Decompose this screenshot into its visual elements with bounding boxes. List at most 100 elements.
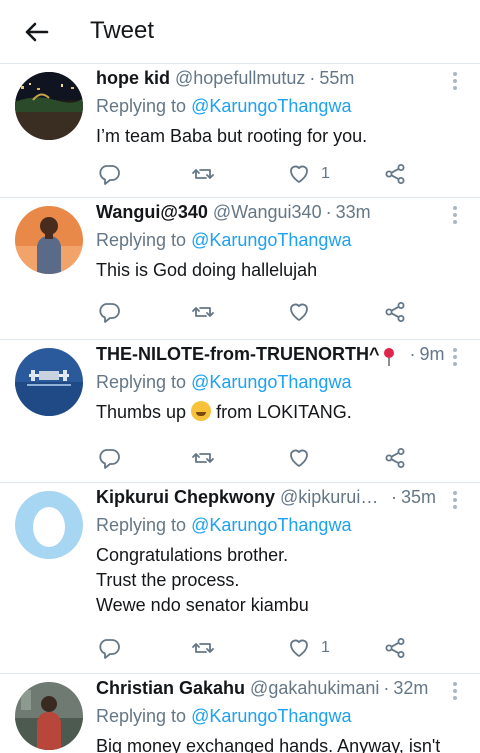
more-options-icon[interactable] [450, 491, 460, 511]
timestamp[interactable]: 35m [401, 487, 436, 508]
share-button[interactable] [383, 298, 407, 326]
timestamp[interactable]: 9m [419, 344, 444, 365]
display-name[interactable]: hope kid [96, 68, 170, 89]
reply-button[interactable] [97, 298, 121, 326]
username[interactable]: @kipkuruiche… [280, 487, 387, 508]
tweet-text: I’m team Baba but rooting for you. [96, 124, 367, 149]
tweet-text-line: This is God doing hallelujah [96, 260, 318, 280]
page-title: Tweet [90, 17, 155, 44]
reply-icon [99, 639, 120, 659]
timestamp[interactable]: 55m [319, 68, 354, 89]
tweet-text: Thumbs up from LOKITANG. [96, 400, 352, 425]
username[interactable]: @hopefullmutuz [175, 68, 305, 89]
tweet-header: Christian Gakahu @gakahukimani · 32m [96, 678, 436, 704]
username[interactable]: @gakahukimani [250, 678, 379, 699]
tweet-actions [96, 298, 416, 326]
reply-icon [99, 449, 120, 469]
retweet-button[interactable] [191, 634, 215, 662]
more-options-icon[interactable] [450, 682, 460, 702]
separator: · [309, 68, 316, 88]
arrow-left-icon[interactable] [20, 16, 52, 48]
tweet-item[interactable]: THE-NILOTE-from-TRUENORTH^ … · 9m Replyi… [0, 340, 480, 483]
share-icon [385, 302, 405, 322]
tweet-item[interactable]: Wangui@340 @Wangui340 · 33m Replying to … [0, 198, 480, 340]
replying-to: Replying to @KarungoThangwa [96, 230, 351, 251]
like-count: 1 [321, 639, 330, 656]
separator: · [383, 678, 390, 698]
tweet-header: hope kid @hopefullmutuz · 55m [96, 68, 436, 94]
more-options-icon[interactable] [450, 348, 460, 368]
tweet-actions [96, 444, 416, 472]
replying-prefix: Replying to [96, 372, 187, 392]
tweet-text-line: Big money exchanged hands. Anyway, isn't [96, 736, 441, 753]
display-name[interactable]: Christian Gakahu [96, 678, 245, 699]
share-icon [385, 638, 405, 658]
replying-to: Replying to @KarungoThangwa [96, 372, 351, 393]
timestamp[interactable]: 32m [393, 678, 428, 699]
reply-button[interactable] [97, 444, 121, 472]
tweet-text: Congratulations brother. Trust the proce… [96, 543, 309, 618]
avatar[interactable] [15, 348, 83, 416]
mention-link[interactable]: @KarungoThangwa [191, 230, 351, 250]
reply-button[interactable] [97, 634, 121, 662]
reply-icon [99, 303, 120, 323]
tweet-actions: 1 [96, 160, 416, 188]
avatar[interactable] [15, 72, 83, 140]
retweet-button[interactable] [191, 298, 215, 326]
tweet-header: Kipkurui Chepkwony @kipkuruiche… · 35m [96, 487, 436, 513]
more-options-icon[interactable] [450, 72, 460, 92]
username[interactable]: @Wangui340 [213, 202, 322, 223]
replying-prefix: Replying to [96, 230, 187, 250]
tweet-text-line: Congratulations brother. [96, 545, 289, 565]
share-button[interactable] [383, 634, 407, 662]
avatar[interactable] [15, 206, 83, 274]
display-name[interactable]: Kipkurui Chepkwony [96, 487, 275, 508]
reply-icon [99, 165, 120, 185]
replying-to: Replying to @KarungoThangwa [96, 515, 351, 536]
like-button[interactable]: 1 [287, 160, 330, 188]
heart-icon [290, 303, 308, 321]
top-bar: Tweet [0, 0, 480, 64]
retweet-button[interactable] [191, 160, 215, 188]
more-options-icon[interactable] [450, 206, 460, 226]
tweet-item[interactable]: Kipkurui Chepkwony @kipkuruiche… · 35m R… [0, 483, 480, 674]
reply-list: hope kid @hopefullmutuz · 55m Replying t… [0, 64, 480, 753]
replying-to: Replying to @KarungoThangwa [96, 706, 351, 727]
tweet-header: Wangui@340 @Wangui340 · 33m [96, 202, 436, 228]
like-button[interactable] [287, 444, 311, 472]
mention-link[interactable]: @KarungoThangwa [191, 96, 351, 116]
tweet-item[interactable]: hope kid @hopefullmutuz · 55m Replying t… [0, 64, 480, 198]
share-button[interactable] [383, 444, 407, 472]
avatar[interactable] [15, 491, 83, 559]
separator: · [409, 344, 416, 364]
share-icon [385, 164, 405, 184]
tweet-text: Big money exchanged hands. Anyway, isn't [96, 734, 440, 753]
tweet-text-line: Wewe ndo senator kiambu [96, 595, 309, 615]
retweet-icon [192, 169, 214, 179]
tweet-actions: 1 [96, 634, 416, 662]
retweet-button[interactable] [191, 444, 215, 472]
timestamp[interactable]: 33m [336, 202, 371, 223]
tweet-text: This is God doing hallelujah [96, 258, 317, 283]
rolling-laughing-emoji [191, 401, 212, 421]
round-pushpin-emoji [384, 348, 395, 366]
retweet-icon [192, 307, 214, 317]
heart-icon [290, 639, 308, 657]
replying-to: Replying to @KarungoThangwa [96, 96, 351, 117]
display-name[interactable]: Wangui@340 [96, 202, 208, 223]
reply-button[interactable] [97, 160, 121, 188]
tweet-item[interactable]: Christian Gakahu @gakahukimani · 32m Rep… [0, 674, 480, 753]
mention-link[interactable]: @KarungoThangwa [191, 372, 351, 392]
avatar[interactable] [15, 682, 83, 750]
mention-link[interactable]: @KarungoThangwa [191, 706, 351, 726]
share-button[interactable] [383, 160, 407, 188]
like-button[interactable] [287, 298, 311, 326]
tweet-text-line: Thumbs up [96, 402, 187, 422]
replying-prefix: Replying to [96, 96, 187, 116]
like-button[interactable]: 1 [287, 634, 330, 662]
display-name[interactable]: THE-NILOTE-from-TRUENORTH^ [96, 344, 379, 365]
mention-link[interactable]: @KarungoThangwa [191, 515, 351, 535]
separator: · [325, 202, 332, 222]
retweet-icon [192, 453, 214, 463]
replying-prefix: Replying to [96, 515, 187, 535]
